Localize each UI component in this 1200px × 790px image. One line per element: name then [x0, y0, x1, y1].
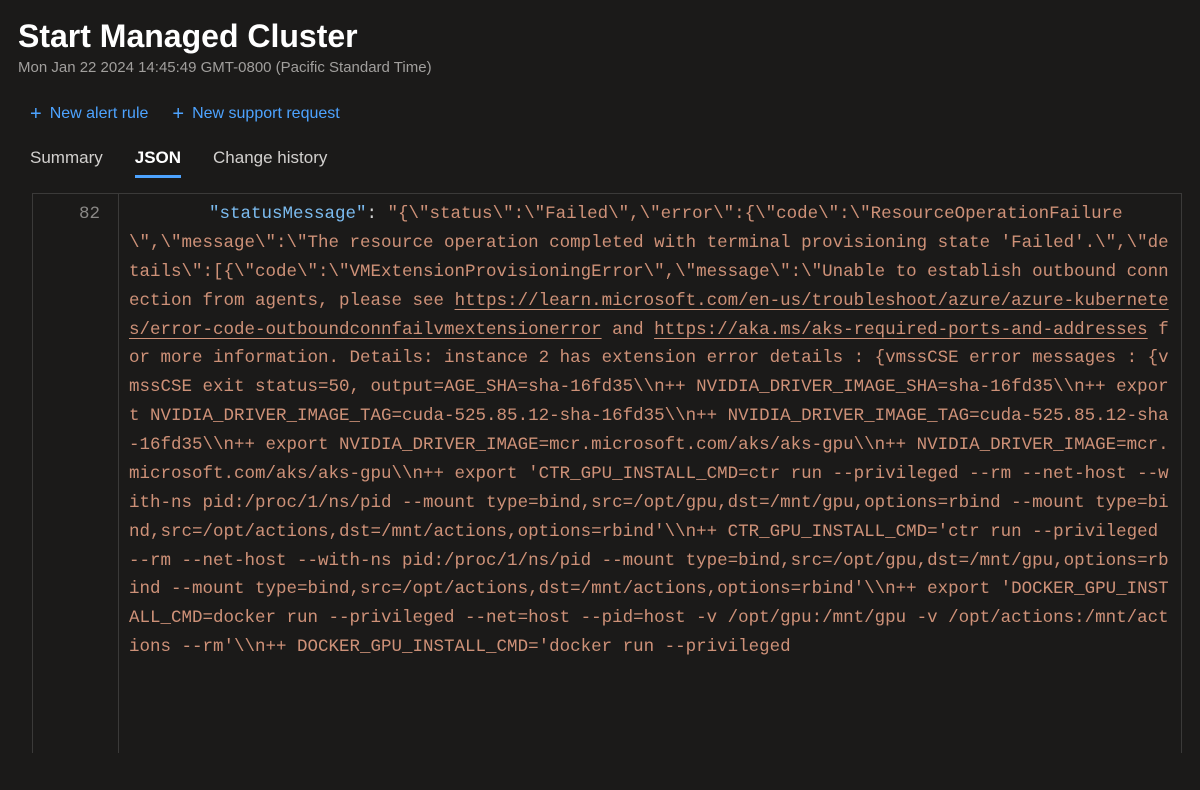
- line-number-gutter: 82: [33, 194, 119, 753]
- line-number: 82: [33, 200, 100, 229]
- json-colon: :: [367, 204, 388, 224]
- link-aks-required-ports[interactable]: https://aka.ms/aks-required-ports-and-ad…: [654, 320, 1148, 340]
- json-key-statusmessage: "statusMessage": [209, 204, 367, 224]
- page-title: Start Managed Cluster: [18, 18, 1182, 55]
- tab-change-history[interactable]: Change history: [213, 148, 327, 178]
- tab-summary[interactable]: Summary: [30, 148, 103, 178]
- detail-tabs: Summary JSON Change history: [18, 148, 1182, 179]
- action-bar: + New alert rule + New support request: [18, 104, 1182, 124]
- json-string-mid: and: [602, 320, 655, 340]
- new-alert-rule-label: New alert rule: [50, 105, 149, 123]
- json-viewer[interactable]: 82 "statusMessage": "{\"status\":\"Faile…: [32, 193, 1182, 753]
- page-subtitle-timestamp: Mon Jan 22 2024 14:45:49 GMT-0800 (Pacif…: [18, 59, 1182, 76]
- plus-icon: +: [30, 104, 42, 124]
- json-code-content[interactable]: "statusMessage": "{\"status\":\"Failed\"…: [119, 194, 1181, 753]
- plus-icon: +: [172, 104, 184, 124]
- json-string-part2: for more information. Details: instance …: [129, 320, 1169, 658]
- new-support-request-label: New support request: [192, 105, 340, 123]
- tab-json[interactable]: JSON: [135, 148, 181, 178]
- new-alert-rule-button[interactable]: + New alert rule: [30, 104, 148, 124]
- new-support-request-button[interactable]: + New support request: [172, 104, 339, 124]
